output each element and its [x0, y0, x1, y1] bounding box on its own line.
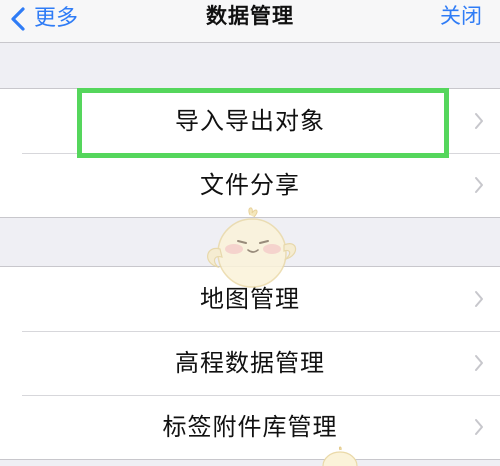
settings-group-data-management: 地图管理 高程数据管理 标签附件库管理 — [0, 266, 500, 460]
chevron-right-icon — [475, 355, 483, 371]
navigation-bar: 更多 数据管理 关闭 — [0, 0, 500, 43]
row-file-sharing[interactable]: 文件分享 — [0, 153, 500, 217]
row-label: 地图管理 — [200, 285, 300, 313]
row-elevation-data-management[interactable]: 高程数据管理 — [0, 331, 500, 395]
chevron-right-icon — [475, 177, 483, 193]
close-button[interactable]: 关闭 — [440, 0, 482, 31]
row-label: 高程数据管理 — [175, 349, 325, 377]
row-map-management[interactable]: 地图管理 — [0, 267, 500, 331]
settings-group-import-share: 导入导出对象 文件分享 — [0, 88, 500, 218]
row-label: 标签附件库管理 — [162, 413, 338, 441]
row-label: 文件分享 — [200, 171, 300, 199]
chevron-right-icon — [475, 419, 483, 435]
row-tag-attachment-library[interactable]: 标签附件库管理 — [0, 395, 500, 459]
row-import-export-objects[interactable]: 导入导出对象 — [0, 89, 500, 153]
chevron-right-icon — [475, 291, 483, 307]
row-label: 导入导出对象 — [175, 107, 325, 135]
page-title: 数据管理 — [206, 4, 294, 28]
chevron-right-icon — [475, 113, 483, 129]
